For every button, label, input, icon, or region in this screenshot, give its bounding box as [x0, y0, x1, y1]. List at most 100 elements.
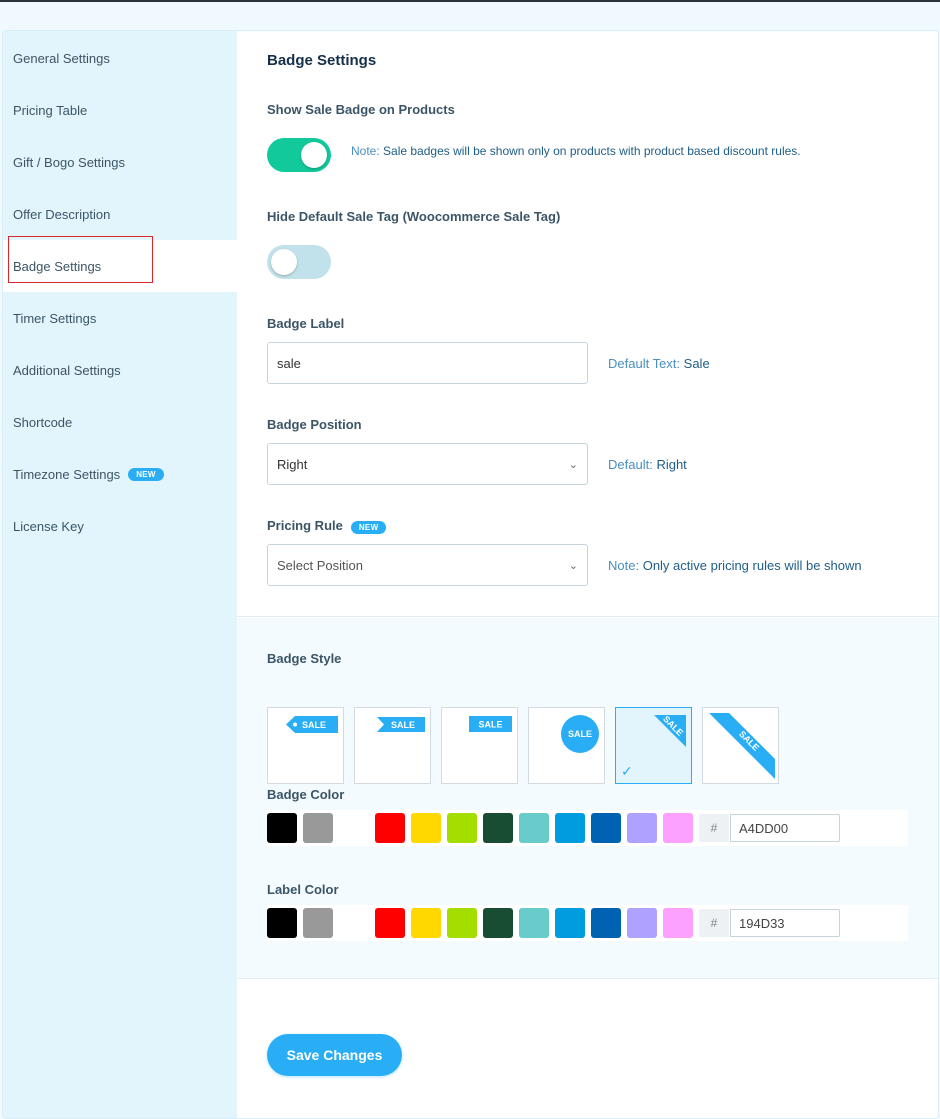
badge-style-circle[interactable]: SALE — [528, 707, 605, 784]
svg-text:SALE: SALE — [391, 720, 415, 730]
sidebar-item-pricing-table[interactable]: Pricing Table — [3, 84, 237, 136]
note-text: Sale badges will be shown only on produc… — [383, 144, 801, 158]
color-swatch[interactable] — [483, 908, 513, 938]
settings-panel: General Settings Pricing Table Gift / Bo… — [2, 30, 939, 1119]
helper-value: Only active pricing rules will be shown — [642, 558, 862, 573]
sidebar-item-label: Timer Settings — [13, 310, 97, 326]
pricing-rule-label: Pricing Rule — [267, 518, 343, 533]
sidebar-item-timezone-settings[interactable]: Timezone Settings NEW — [3, 448, 237, 500]
settings-sidebar: General Settings Pricing Table Gift / Bo… — [3, 31, 237, 1118]
sale-rectangle-icon: SALE — [469, 716, 512, 732]
badge-style-tag[interactable]: SALE — [267, 707, 344, 784]
badge-appearance-section: Badge Style SALE SALE SALE SALE SALE ✓ S… — [237, 618, 938, 979]
badge-color-title: Badge Color — [267, 787, 345, 802]
badge-position-title: Badge Position — [267, 417, 362, 432]
main-content: Badge Settings Show Sale Badge on Produc… — [237, 31, 938, 1118]
sidebar-item-label: Gift / Bogo Settings — [13, 154, 126, 170]
badge-style-corner-triangle[interactable]: SALE ✓ — [615, 707, 692, 784]
badge-label-value: sale — [277, 355, 301, 371]
sidebar-item-license-key[interactable]: License Key — [3, 500, 237, 552]
hide-default-sale-tag-toggle[interactable] — [267, 245, 331, 279]
badge-style-ribbon[interactable]: SALE — [354, 707, 431, 784]
badge-label-input[interactable]: sale — [267, 342, 588, 384]
badge-style-corner-ribbon[interactable]: SALE — [702, 707, 779, 784]
svg-text:SALE: SALE — [568, 729, 592, 739]
label-color-picker: # 194D33 — [267, 905, 908, 941]
sale-tag-icon: SALE — [286, 716, 338, 733]
save-changes-button[interactable]: Save Changes — [267, 1034, 402, 1076]
new-badge: NEW — [350, 521, 387, 534]
svg-text:SALE: SALE — [302, 720, 326, 730]
badge-style-title: Badge Style — [267, 651, 342, 666]
badge-style-rectangle[interactable]: SALE — [441, 707, 518, 784]
color-swatch[interactable] — [555, 813, 585, 843]
badge-position-value: Right — [277, 456, 308, 472]
label-color-title: Label Color — [267, 882, 339, 897]
color-swatch[interactable] — [519, 813, 549, 843]
color-swatch[interactable] — [339, 813, 369, 843]
color-swatch[interactable] — [663, 813, 693, 843]
sidebar-item-label: Pricing Table — [13, 102, 88, 118]
sidebar-item-shortcode[interactable]: Shortcode — [3, 396, 237, 448]
color-swatch[interactable] — [339, 908, 369, 938]
color-swatch[interactable] — [375, 908, 405, 938]
new-badge: NEW — [128, 467, 164, 481]
sidebar-item-general-settings[interactable]: General Settings — [3, 32, 237, 84]
show-sale-badge-label: Show Sale Badge on Products — [267, 102, 455, 117]
color-swatch[interactable] — [267, 813, 297, 843]
chevron-down-icon: ⌄ — [568, 559, 578, 572]
pricing-rule-select[interactable]: Select Position ⌄ — [267, 544, 588, 586]
pricing-rule-placeholder: Select Position — [277, 557, 363, 573]
hex-value: A4DD00 — [739, 820, 789, 836]
sidebar-item-offer-description[interactable]: Offer Description — [3, 188, 237, 240]
color-swatch[interactable] — [519, 908, 549, 938]
hash-label: # — [699, 814, 729, 842]
color-swatch[interactable] — [411, 813, 441, 843]
color-swatch[interactable] — [375, 813, 405, 843]
color-swatch[interactable] — [627, 908, 657, 938]
color-swatch[interactable] — [303, 908, 333, 938]
pricing-rule-title: Pricing Rule NEW — [267, 518, 387, 534]
color-swatch[interactable] — [627, 813, 657, 843]
color-swatch[interactable] — [447, 813, 477, 843]
sidebar-item-gift-bogo-settings[interactable]: Gift / Bogo Settings — [3, 136, 237, 188]
toggle-knob — [301, 142, 327, 168]
sidebar-item-label: Additional Settings — [13, 362, 121, 378]
label-color-hex-input[interactable]: 194D33 — [730, 909, 840, 937]
show-sale-badge-note: Note: Sale badges will be shown only on … — [351, 144, 801, 158]
helper-value: Right — [656, 457, 687, 472]
sale-ribbon-icon: SALE — [377, 717, 425, 732]
page-title: Badge Settings — [267, 52, 377, 69]
color-swatch[interactable] — [483, 813, 513, 843]
badge-label-title: Badge Label — [267, 316, 345, 331]
sidebar-item-timer-settings[interactable]: Timer Settings — [3, 292, 237, 344]
color-swatch[interactable] — [591, 813, 621, 843]
sidebar-item-label: License Key — [13, 518, 84, 534]
color-swatch[interactable] — [555, 908, 585, 938]
sidebar-item-label: Timezone Settings — [13, 466, 121, 482]
svg-text:SALE: SALE — [478, 720, 502, 730]
color-swatch[interactable] — [447, 908, 477, 938]
color-swatch[interactable] — [591, 908, 621, 938]
sidebar-item-label: Shortcode — [13, 414, 73, 430]
show-sale-badge-toggle[interactable] — [267, 138, 331, 172]
color-swatch[interactable] — [267, 908, 297, 938]
badge-label-helper: Default Text: Sale — [608, 356, 710, 371]
sidebar-item-label: General Settings — [13, 50, 110, 66]
selected-check-icon: ✓ — [621, 763, 633, 779]
helper-key: Note: — [608, 558, 640, 573]
color-swatch[interactable] — [411, 908, 441, 938]
helper-key: Default Text: — [608, 356, 681, 371]
sidebar-item-badge-settings[interactable]: Badge Settings — [3, 240, 237, 292]
badge-position-helper: Default: Right — [608, 457, 687, 472]
sidebar-item-additional-settings[interactable]: Additional Settings — [3, 344, 237, 396]
helper-value: Sale — [683, 356, 710, 371]
color-swatch[interactable] — [663, 908, 693, 938]
toggle-knob — [271, 249, 297, 275]
badge-position-select[interactable]: Right ⌄ — [267, 443, 588, 485]
sale-circle-icon: SALE — [561, 715, 599, 753]
window-top-edge — [0, 0, 940, 2]
badge-color-hex-input[interactable]: A4DD00 — [730, 814, 840, 842]
color-swatch[interactable] — [303, 813, 333, 843]
pricing-rule-helper: Note: Only active pricing rules will be … — [608, 558, 862, 573]
